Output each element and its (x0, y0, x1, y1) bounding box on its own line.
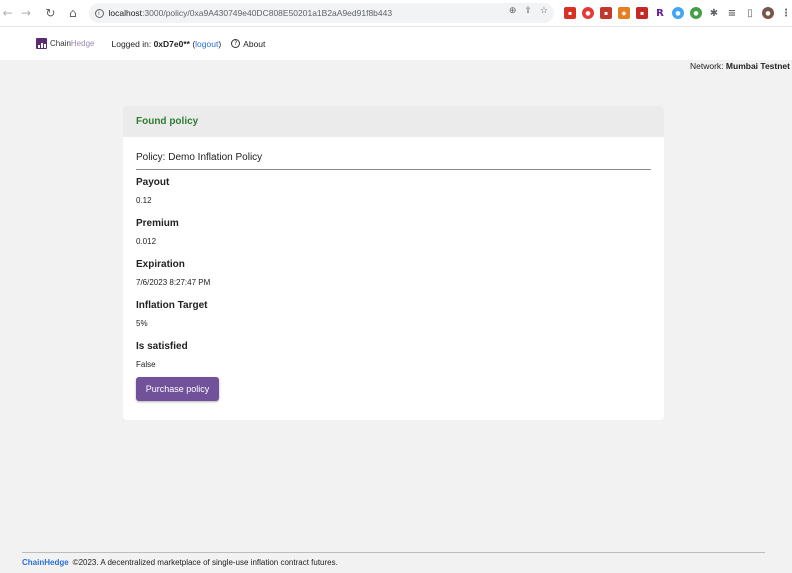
bookmark-star-icon[interactable]: ☆ (540, 6, 548, 16)
is-satisfied-label: Is satisfied (136, 341, 188, 352)
expiration-value: 7/6/2023 8:27:47 PM (136, 278, 211, 287)
extension-icon[interactable]: ▪ (563, 7, 576, 19)
profile-avatar[interactable]: ● (761, 7, 774, 19)
question-circle-icon: ? (231, 39, 241, 48)
about-link[interactable]: ? About (231, 39, 265, 49)
puzzle-extensions-icon[interactable]: ✱ (708, 7, 720, 19)
purchase-policy-button[interactable]: Purchase policy (136, 377, 219, 401)
expiration-label: Expiration (136, 259, 185, 270)
account-address: 0xD7e0** (153, 38, 190, 49)
reload-icon[interactable]: ↻ (43, 5, 58, 21)
footer-text: ©2023. A decentralized marketplace of si… (72, 558, 338, 567)
extension-icon[interactable]: ● (671, 7, 684, 19)
inflation-target-label: Inflation Target (136, 300, 208, 311)
home-icon[interactable]: ⌂ (65, 5, 80, 21)
policy-card: Found policy Policy: Demo Inflation Poli… (123, 106, 664, 420)
premium-label: Premium (136, 218, 179, 229)
address-bar[interactable]: i localhost:3000/policy/0xa9A430749e40DC… (88, 3, 554, 23)
payout-label: Payout (136, 177, 170, 188)
share-icon[interactable]: ⇪ (524, 6, 532, 16)
adblock-extension-icon[interactable]: ● (581, 7, 594, 19)
login-status: Logged in: 0xD7e0** (logout) (111, 38, 222, 49)
card-header: Found policy (123, 106, 664, 137)
extension-icon[interactable]: ▪ (635, 7, 648, 19)
install-app-icon[interactable]: ⊕ (509, 6, 517, 16)
forward-icon[interactable]: → (18, 5, 33, 21)
network-indicator: Network: Mumbai Testnet (690, 61, 790, 71)
brand-link[interactable]: ChainHedge (36, 38, 94, 49)
footer: ChainHedge ©2023. A decentralized marketp… (22, 558, 338, 567)
inflation-target-value: 5% (136, 319, 148, 328)
url-host: localhost (108, 8, 143, 18)
footer-brand: ChainHedge (22, 558, 69, 567)
reading-list-icon[interactable]: ≡ (726, 7, 738, 19)
more-menu-icon[interactable]: ⋮ (780, 7, 792, 19)
site-info-icon[interactable]: i (94, 8, 104, 18)
metamask-fox-icon[interactable]: ◆ (617, 7, 630, 19)
extension-r-icon[interactable]: R (654, 7, 666, 19)
network-name: Mumbai Testnet (725, 61, 790, 71)
policy-title: Policy: Demo Inflation Policy (136, 152, 651, 170)
extension-icon[interactable]: ▪ (599, 7, 612, 19)
side-panel-icon[interactable]: ▯ (744, 7, 756, 19)
payout-value: 0.12 (136, 196, 152, 205)
chainhedge-logo-icon (36, 38, 47, 49)
back-icon[interactable]: ← (0, 5, 15, 21)
is-satisfied-value: False (136, 360, 156, 369)
url-path: :3000/policy/0xa9A430749e40DC808E50201a1… (142, 8, 393, 18)
app-navbar: ChainHedge Logged in: 0xD7e0** (logout) … (0, 27, 792, 60)
footer-divider (22, 552, 765, 553)
logout-link[interactable]: logout (195, 39, 218, 49)
about-label: About (243, 38, 266, 49)
browser-toolbar: ← → ↻ ⌂ i localhost:3000/policy/0xa9A430… (0, 0, 792, 27)
brand-name: ChainHedge (50, 39, 95, 48)
premium-value: 0.012 (136, 237, 157, 246)
extension-icon[interactable]: ● (689, 7, 702, 19)
